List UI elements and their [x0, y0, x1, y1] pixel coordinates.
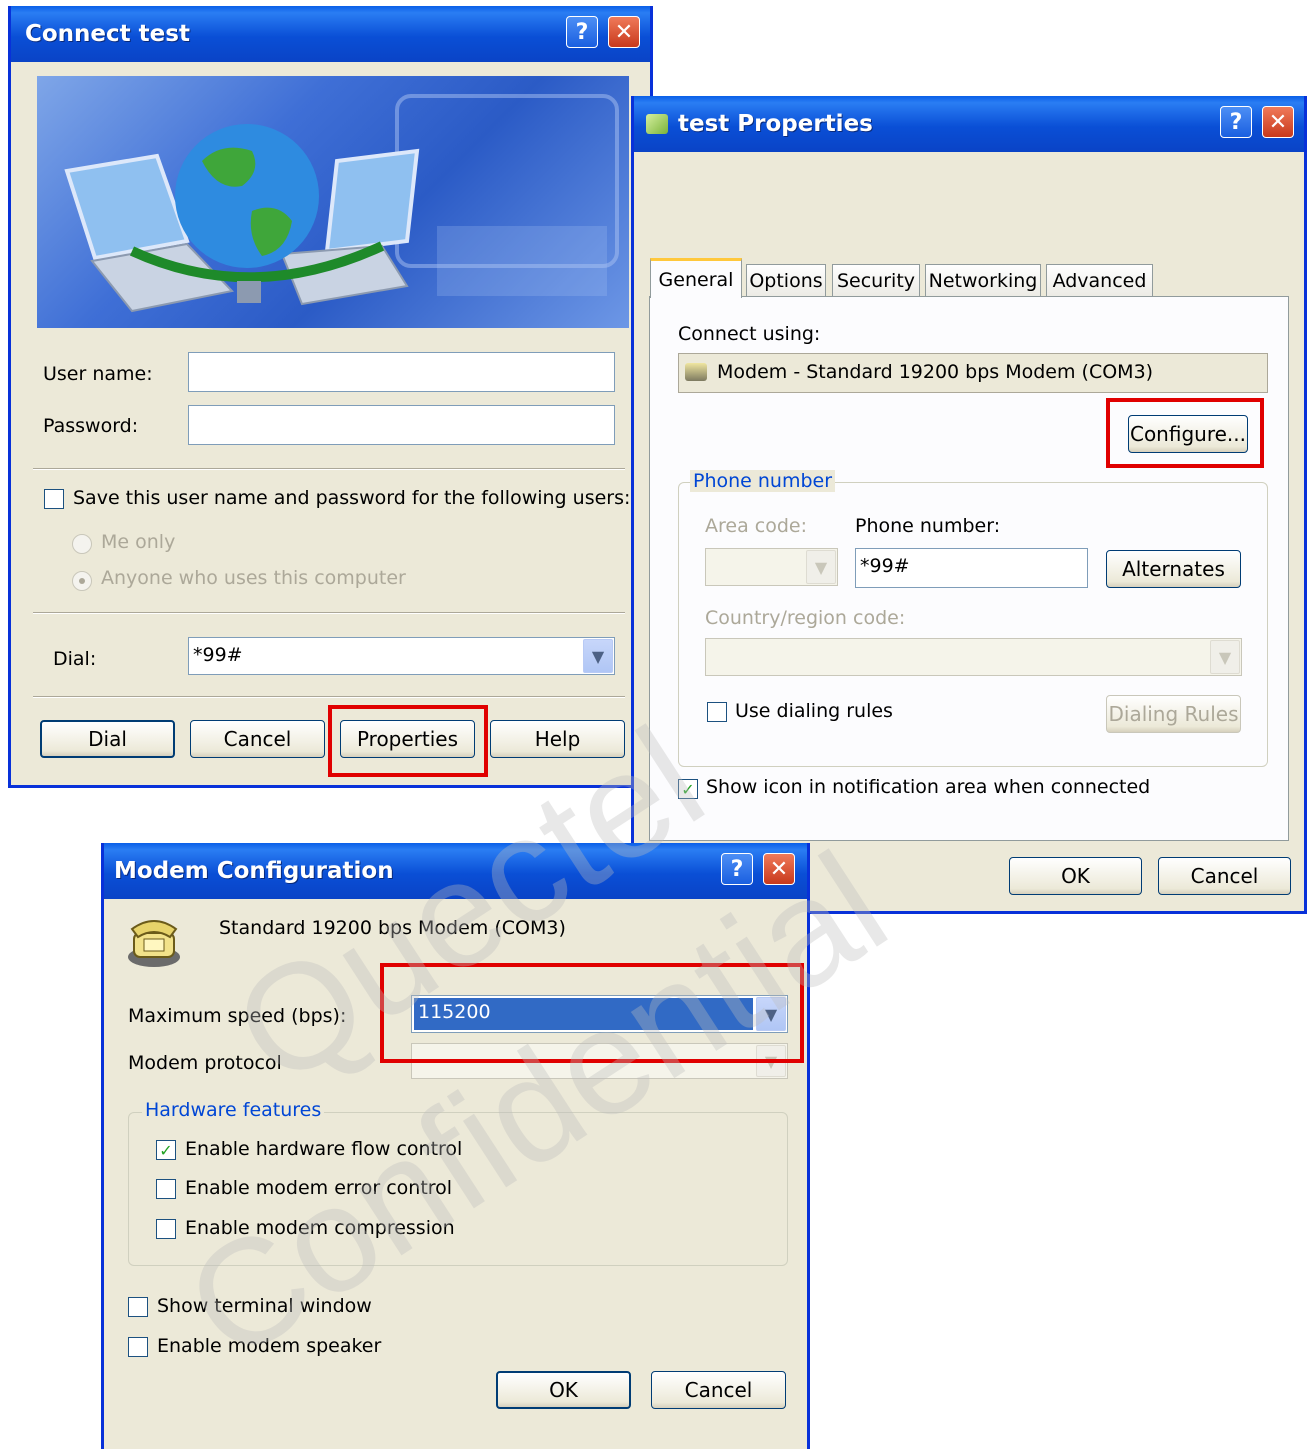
help-icon[interactable]: ? [566, 16, 598, 48]
highlight-box [1106, 398, 1264, 468]
help-icon[interactable]: ? [721, 853, 753, 885]
tab-panel: Connect using: Modem - Standard 19200 bp… [649, 296, 1289, 841]
username-label: User name: [43, 363, 153, 385]
close-icon[interactable]: ✕ [763, 853, 795, 885]
dial-combobox[interactable]: *99# ▼ [188, 637, 615, 675]
properties-dialog-titlebar[interactable]: test Properties ? ✕ [634, 96, 1304, 152]
use-dialing-rules-checkbox[interactable] [707, 702, 727, 722]
help-button[interactable]: Help [490, 720, 625, 758]
modem-device-name: Standard 19200 bps Modem (COM3) [219, 917, 566, 939]
close-icon[interactable]: ✕ [1262, 106, 1294, 138]
country-code-combobox[interactable]: ▼ [705, 638, 1242, 676]
show-icon-label: Show icon in notification area when conn… [706, 776, 1151, 798]
modem-icon [685, 363, 707, 381]
properties-dialog: test Properties ? ✕ General Options Secu… [631, 96, 1307, 914]
dial-label: Dial: [53, 648, 97, 670]
connect-dialog: Connect test ? ✕ User name: Password: Sa… [8, 6, 653, 788]
anyone-label: Anyone who uses this computer [101, 567, 406, 589]
flow-control-checkbox[interactable]: ✓ [156, 1140, 176, 1160]
separator [33, 696, 625, 698]
me-only-radio[interactable] [72, 534, 92, 554]
compression-checkbox[interactable] [156, 1219, 176, 1239]
phone-number-input[interactable]: *99# [855, 548, 1088, 588]
close-icon[interactable]: ✕ [608, 16, 640, 48]
compression-label: Enable modem compression [185, 1217, 455, 1239]
chevron-down-icon[interactable]: ▼ [806, 550, 836, 584]
ok-button[interactable]: OK [496, 1371, 631, 1409]
highlight-box [380, 963, 804, 1063]
modem-config-dialog: Modem Configuration ? ✕ Standard 19200 b… [101, 843, 810, 1449]
modem-config-titlebar[interactable]: Modem Configuration ? ✕ [104, 843, 807, 899]
device-value: Modem - Standard 19200 bps Modem (COM3) [717, 361, 1154, 383]
modem-speaker-checkbox[interactable] [128, 1337, 148, 1357]
connect-dialog-titlebar[interactable]: Connect test ? ✕ [11, 6, 650, 62]
tab-security[interactable]: Security [832, 264, 920, 296]
phone-number-label: Phone number: [855, 515, 1001, 537]
hardware-features-label: Hardware features [142, 1099, 325, 1121]
cancel-button[interactable]: Cancel [1158, 857, 1291, 895]
dial-value: *99# [193, 644, 243, 666]
alternates-button[interactable]: Alternates [1106, 550, 1241, 588]
area-code-label: Area code: [705, 515, 807, 537]
network-banner-image [37, 76, 629, 328]
phone-number-value: *99# [860, 555, 910, 577]
save-password-checkbox[interactable] [44, 489, 64, 509]
tab-advanced[interactable]: Advanced [1046, 264, 1153, 296]
properties-dialog-title: test Properties [678, 111, 873, 137]
separator [33, 468, 625, 470]
modem-speaker-label: Enable modem speaker [157, 1335, 382, 1357]
password-input[interactable] [188, 405, 615, 445]
save-password-label: Save this user name and password for the… [73, 487, 631, 509]
tab-options[interactable]: Options [746, 264, 826, 296]
country-code-label: Country/region code: [705, 607, 906, 629]
terminal-window-label: Show terminal window [157, 1295, 372, 1317]
connect-dialog-title: Connect test [25, 21, 190, 47]
error-control-checkbox[interactable] [156, 1179, 176, 1199]
me-only-label: Me only [101, 531, 176, 553]
cancel-button[interactable]: Cancel [190, 720, 325, 758]
max-speed-label: Maximum speed (bps): [128, 1005, 347, 1027]
flow-control-label: Enable hardware flow control [185, 1138, 463, 1160]
terminal-window-checkbox[interactable] [128, 1297, 148, 1317]
globe-laptops-icon [64, 94, 619, 313]
separator [33, 612, 625, 614]
phone-number-group-label: Phone number [690, 470, 836, 492]
modem-config-title: Modem Configuration [114, 858, 394, 884]
username-input[interactable] [188, 352, 615, 392]
ok-button[interactable]: OK [1009, 857, 1142, 895]
highlight-box [328, 705, 488, 777]
cancel-button[interactable]: Cancel [651, 1371, 786, 1409]
telephone-icon [128, 920, 180, 967]
tab-networking[interactable]: Networking [925, 264, 1041, 296]
anyone-radio[interactable] [72, 571, 92, 591]
dialing-rules-button[interactable]: Dialing Rules [1106, 695, 1241, 733]
device-field: Modem - Standard 19200 bps Modem (COM3) [678, 353, 1268, 393]
password-label: Password: [43, 415, 139, 437]
connect-using-label: Connect using: [678, 323, 821, 345]
connection-icon [646, 114, 668, 134]
area-code-combobox[interactable]: ▼ [705, 548, 838, 586]
dial-button[interactable]: Dial [40, 720, 175, 758]
modem-protocol-label: Modem protocol [128, 1052, 282, 1074]
show-icon-checkbox[interactable]: ✓ [678, 779, 698, 799]
help-icon[interactable]: ? [1220, 106, 1252, 138]
chevron-down-icon[interactable]: ▼ [583, 639, 613, 673]
tab-general[interactable]: General [650, 258, 742, 298]
error-control-label: Enable modem error control [185, 1177, 453, 1199]
chevron-down-icon[interactable]: ▼ [1210, 640, 1240, 674]
use-dialing-rules-label: Use dialing rules [735, 700, 893, 722]
